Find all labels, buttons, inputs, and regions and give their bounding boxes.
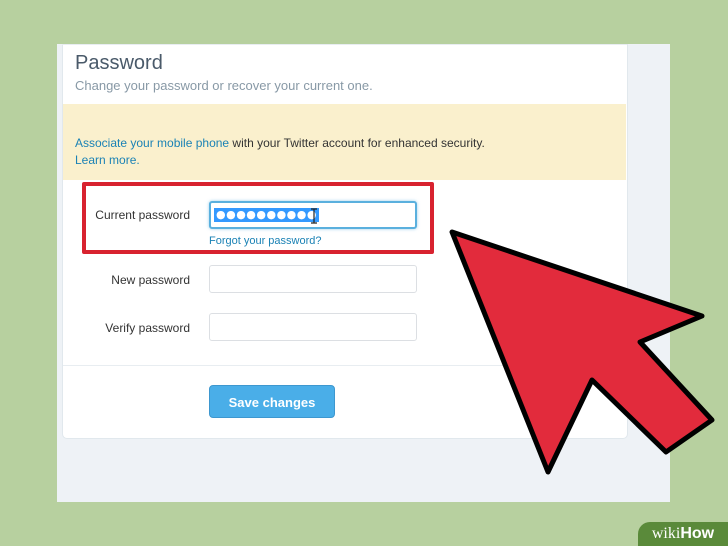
watermark-prefix: wiki (651, 525, 681, 542)
watermark-suffix: How (680, 525, 715, 542)
wikihow-watermark: wikiHow (638, 522, 728, 546)
red-pointer-arrow-icon (449, 229, 715, 475)
